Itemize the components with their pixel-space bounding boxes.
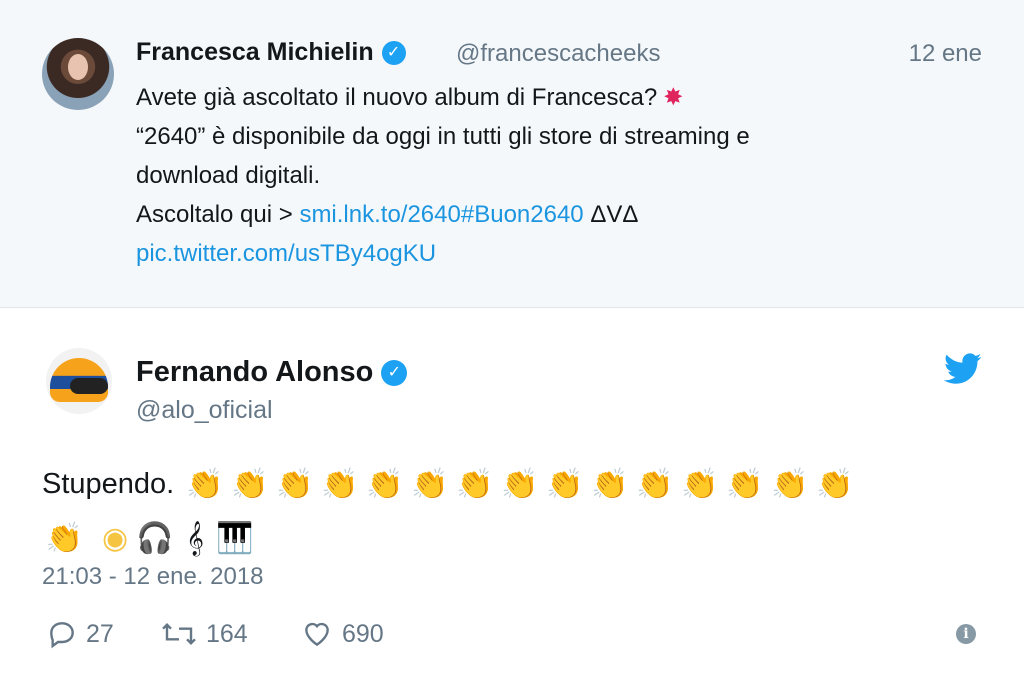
cd-icon: ◉: [101, 521, 129, 555]
author-handle[interactable]: @alo_oficial: [136, 396, 273, 425]
quoted-line-2: “2640” è disponibile da oggi in tutti gl…: [136, 123, 750, 150]
verified-icon: ✓: [381, 360, 408, 387]
clapping-hands-icon: 👏: [276, 468, 314, 502]
reply-icon: [50, 622, 74, 649]
author-avatar[interactable]: [46, 348, 112, 414]
clapping-hands-icon: 👏: [366, 468, 404, 502]
quoted-tweet[interactable]: Francesca Michielin ✓ @francescacheeks 12…: [0, 0, 1024, 308]
album-link[interactable]: smi.lnk.to/2640: [299, 201, 460, 228]
tweet-actions: 27 164 690: [42, 618, 982, 658]
author-name[interactable]: Fernando Alonso ✓: [136, 356, 408, 389]
clapping-hands-icon: 👏: [321, 468, 359, 502]
heart-icon: [305, 622, 329, 647]
retweet-icon: [162, 622, 196, 646]
headphones-icon: 🎧: [136, 521, 174, 555]
clapping-hands-icon: 👏: [411, 468, 449, 502]
clapping-hands-icon: 👏: [636, 468, 674, 502]
quoted-line-4-suffix: ΔVΔ: [583, 201, 639, 228]
clapping-hands-icon: 👏: [186, 468, 224, 502]
like-button[interactable]: 690: [300, 618, 384, 650]
clapping-hands-icon: 👏: [816, 468, 854, 502]
twitter-bird-icon[interactable]: [944, 352, 982, 386]
retweet-count: 164: [206, 619, 248, 648]
like-count: 690: [342, 619, 384, 648]
tweet-timestamp[interactable]: 21:03 - 12 ene. 2018: [42, 563, 264, 591]
quoted-line-4-prefix: Ascoltalo qui >: [136, 201, 300, 228]
quoted-timestamp[interactable]: 12 ene: [909, 40, 982, 68]
clapping-hands-icon: 👏: [456, 468, 494, 502]
pic-link[interactable]: pic.twitter.com/usTBy4ogKU: [136, 240, 436, 267]
helmet-icon: [50, 358, 108, 402]
info-icon[interactable]: i: [956, 624, 976, 644]
hashtag-link[interactable]: #Buon2640: [461, 201, 584, 228]
quoted-line-3: download digitali.: [136, 162, 321, 189]
reply-button[interactable]: 27: [46, 618, 114, 650]
reply-count: 27: [86, 619, 114, 648]
tweet-body: Stupendo.: [42, 468, 175, 500]
clapping-hands-icon: 👏: [546, 468, 584, 502]
piano-icon: 🎹: [216, 521, 254, 555]
clapping-hands-icon: 👏: [771, 468, 809, 502]
tweet-text: Stupendo. 👏 👏 👏 👏 👏 👏 👏 👏 👏 👏 👏 👏 👏 👏 👏 👏 ◉ 🎧 𝄞 🎹: [42, 458, 982, 565]
clapping-hands-icon: 👏: [726, 468, 764, 502]
quoted-author-avatar[interactable]: [42, 38, 114, 110]
quoted-tweet-text: Avete già ascoltato il nuovo album di Fr…: [136, 78, 936, 273]
music-score-icon: 𝄞: [186, 521, 204, 555]
clapping-hands-icon: 👏: [591, 468, 629, 502]
clapping-hands-icon: 👏: [45, 521, 84, 555]
quoted-author-handle[interactable]: @francescacheeks: [456, 40, 660, 68]
quoted-author-name[interactable]: Francesca Michielin ✓: [136, 38, 406, 67]
clapping-hands-icon: 👏: [231, 468, 269, 502]
quoted-line-1: Avete già ascoltato il nuovo album di Fr…: [136, 84, 658, 111]
retweet-button[interactable]: 164: [160, 618, 248, 650]
clapping-hands-icon: 👏: [681, 468, 719, 502]
clapping-hands-icon: 👏: [501, 468, 539, 502]
verified-icon: ✓: [381, 41, 406, 66]
collision-icon: ✸: [663, 84, 684, 111]
